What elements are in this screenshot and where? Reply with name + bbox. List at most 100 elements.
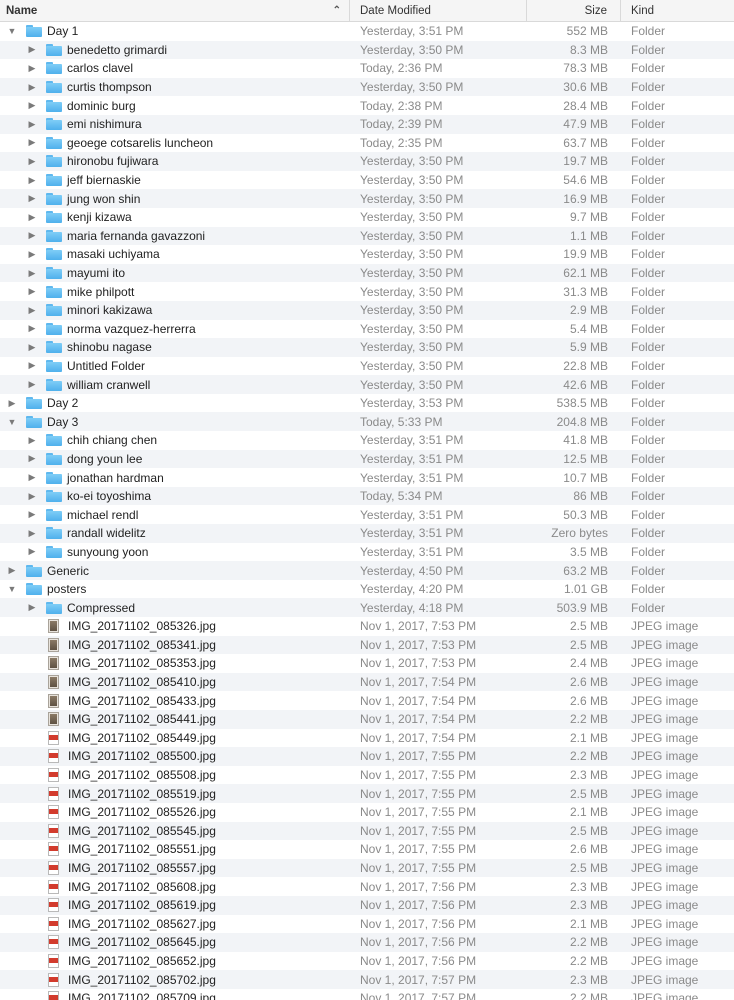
folder-row[interactable]: ▶ william cranwell Yesterday, 3:50 PM 42.6 … bbox=[0, 375, 734, 394]
disclosure-collapsed-icon[interactable]: ▶ bbox=[27, 342, 37, 352]
disclosure-collapsed-icon[interactable]: ▶ bbox=[27, 212, 37, 222]
folder-row[interactable]: ▶ ko-ei toyoshima Today, 5:34 PM 86 MB Folde… bbox=[0, 486, 734, 506]
file-row[interactable]: IMG_20171102_085341.jpg Nov 1, 2017, 7:53… bbox=[0, 635, 734, 655]
disclosure-collapsed-icon[interactable]: ▶ bbox=[27, 175, 37, 185]
folder-row[interactable]: ▶ mayumi ito Yesterday, 3:50 PM 62.1 MB Fold… bbox=[0, 263, 734, 283]
folder-row[interactable]: ▶ curtis thompson Yesterday, 3:50 PM 30.6 M… bbox=[0, 77, 734, 97]
folder-row[interactable]: ▶ norma vazquez-herrerra Yesterday, 3:50 P… bbox=[0, 320, 734, 339]
column-header-size[interactable]: Size bbox=[527, 0, 621, 21]
disclosure-collapsed-icon[interactable]: ▶ bbox=[7, 565, 17, 576]
folder-row[interactable]: ▶ geoege cotsarelis luncheon Today, 2:35 P… bbox=[0, 134, 734, 153]
folder-row[interactable]: ▶ Compressed Yesterday, 4:18 PM 503.9 MB Fol… bbox=[0, 598, 734, 617]
folder-row[interactable]: ▶ carlos clavel Today, 2:36 PM 78.3 MB Folde… bbox=[0, 59, 734, 78]
folder-row[interactable]: ▶ dominic burg Today, 2:38 PM 28.4 MB Folder bbox=[0, 96, 734, 115]
disclosure-collapsed-icon[interactable]: ▶ bbox=[27, 230, 37, 241]
disclosure-collapsed-icon[interactable]: ▶ bbox=[27, 268, 37, 278]
column-header-kind[interactable]: Kind bbox=[621, 0, 734, 21]
file-row[interactable]: IMG_20171102_085608.jpg Nov 1, 2017, 7:56… bbox=[0, 877, 734, 896]
disclosure-collapsed-icon[interactable]: ▶ bbox=[27, 379, 37, 390]
file-row[interactable]: IMG_20171102_085627.jpg Nov 1, 2017, 7:56… bbox=[0, 915, 734, 934]
disclosure-collapsed-icon[interactable]: ▶ bbox=[27, 491, 37, 501]
folder-row[interactable]: ▶ hironobu fujiwara Yesterday, 3:50 PM 19.7… bbox=[0, 152, 734, 171]
folder-row[interactable]: ▼ posters Yesterday, 4:20 PM 1.01 GB Folder bbox=[0, 580, 734, 599]
size-cell: 8.3 MB bbox=[569, 42, 608, 57]
file-row[interactable]: IMG_20171102_085702.jpg Nov 1, 2017, 7:57… bbox=[0, 970, 734, 989]
disclosure-collapsed-icon[interactable]: ▶ bbox=[27, 193, 37, 204]
name-cell: ▼ posters bbox=[0, 582, 350, 596]
kind-cell: Folder bbox=[631, 210, 666, 225]
file-row[interactable]: IMG_20171102_085557.jpg Nov 1, 2017, 7:55… bbox=[0, 858, 734, 878]
disclosure-collapsed-icon[interactable]: ▶ bbox=[7, 398, 17, 408]
file-row[interactable]: IMG_20171102_085545.jpg Nov 1, 2017, 7:55… bbox=[0, 821, 734, 841]
disclosure-collapsed-icon[interactable]: ▶ bbox=[27, 453, 37, 464]
folder-row[interactable]: ▶ kenji kizawa Yesterday, 3:50 PM 9.7 MB Fol… bbox=[0, 208, 734, 227]
folder-row[interactable]: ▶ shinobu nagase Yesterday, 3:50 PM 5.9 MB F… bbox=[0, 338, 734, 357]
column-header-date-modified[interactable]: Date Modified bbox=[350, 0, 527, 21]
file-row[interactable]: IMG_20171102_085551.jpg Nov 1, 2017, 7:55… bbox=[0, 840, 734, 859]
disclosure-collapsed-icon[interactable]: ▶ bbox=[27, 63, 37, 73]
disclosure-collapsed-icon[interactable]: ▶ bbox=[27, 435, 37, 445]
disclosure-collapsed-icon[interactable]: ▶ bbox=[27, 119, 37, 129]
disclosure-collapsed-icon[interactable]: ▶ bbox=[27, 305, 37, 315]
file-row[interactable]: IMG_20171102_085519.jpg Nov 1, 2017, 7:55… bbox=[0, 784, 734, 803]
folder-row[interactable]: ▼ Day 3 Today, 5:33 PM 204.8 MB Folder bbox=[0, 412, 734, 432]
folder-row[interactable]: ▶ maria fernanda gavazzoni Yesterday, 3:50… bbox=[0, 226, 734, 246]
folder-row[interactable]: ▶ randall widelitz Yesterday, 3:51 PM Zero … bbox=[0, 524, 734, 543]
file-row[interactable]: IMG_20171102_085645.jpg Nov 1, 2017, 7:56… bbox=[0, 933, 734, 952]
disclosure-collapsed-icon[interactable]: ▶ bbox=[27, 137, 37, 148]
folder-row[interactable]: ▶ chih chiang chen Yesterday, 3:51 PM 41.8 … bbox=[0, 431, 734, 450]
date-modified-cell: Nov 1, 2017, 7:56 PM bbox=[360, 879, 477, 894]
file-row[interactable]: IMG_20171102_085433.jpg Nov 1, 2017, 7:54… bbox=[0, 691, 734, 710]
folder-row[interactable]: ▶ jeff biernaskie Yesterday, 3:50 PM 54.6 M… bbox=[0, 171, 734, 190]
disclosure-collapsed-icon[interactable]: ▶ bbox=[27, 249, 37, 259]
file-row[interactable]: IMG_20171102_085441.jpg Nov 1, 2017, 7:54… bbox=[0, 709, 734, 729]
file-row[interactable]: IMG_20171102_085709.jpg Nov 1, 2017, 7:57… bbox=[0, 989, 734, 1000]
folder-row[interactable]: ▶ mike philpott Yesterday, 3:50 PM 31.3 MB F… bbox=[0, 282, 734, 301]
disclosure-collapsed-icon[interactable]: ▶ bbox=[27, 528, 37, 538]
folder-row[interactable]: ▶ benedetto grimardi Yesterday, 3:50 PM 8.3… bbox=[0, 40, 734, 60]
folder-row[interactable]: ▶ dong youn lee Yesterday, 3:51 PM 12.5 MB F… bbox=[0, 449, 734, 469]
folder-row[interactable]: ▶ Untitled Folder Yesterday, 3:50 PM 22.8 M… bbox=[0, 357, 734, 376]
disclosure-collapsed-icon[interactable]: ▶ bbox=[27, 602, 37, 613]
disclosure-collapsed-icon[interactable]: ▶ bbox=[27, 100, 37, 111]
disclosure-collapsed-icon[interactable]: ▶ bbox=[27, 286, 37, 297]
disclosure-expanded-icon[interactable]: ▼ bbox=[7, 584, 17, 594]
file-row[interactable]: IMG_20171102_085449.jpg Nov 1, 2017, 7:54… bbox=[0, 729, 734, 748]
folder-row[interactable]: ▶ michael rendl Yesterday, 3:51 PM 50.3 MB F… bbox=[0, 505, 734, 524]
column-header-name[interactable]: Name ⌃ bbox=[0, 0, 350, 21]
disclosure-collapsed-icon[interactable]: ▶ bbox=[27, 323, 37, 334]
folder-row[interactable]: ▶ jonathan hardman Yesterday, 3:51 PM 10.7 … bbox=[0, 468, 734, 487]
file-row[interactable]: IMG_20171102_085500.jpg Nov 1, 2017, 7:55… bbox=[0, 747, 734, 766]
folder-row[interactable]: ▶ jung won shin Yesterday, 3:50 PM 16.9 MB F… bbox=[0, 189, 734, 208]
folder-row[interactable]: ▶ emi nishimura Today, 2:39 PM 47.9 MB Folde… bbox=[0, 114, 734, 134]
item-name: Generic bbox=[47, 563, 90, 578]
folder-row[interactable]: ▶ masaki uchiyama Yesterday, 3:50 PM 19.9 M… bbox=[0, 245, 734, 264]
folder-row[interactable]: ▶ minori kakizawa Yesterday, 3:50 PM 2.9 MB… bbox=[0, 300, 734, 320]
disclosure-collapsed-icon[interactable]: ▶ bbox=[27, 82, 37, 92]
disclosure-collapsed-icon[interactable]: ▶ bbox=[27, 360, 37, 371]
folder-row[interactable]: ▼ Day 1 Yesterday, 3:51 PM 552 MB Folder bbox=[0, 22, 734, 41]
folder-row[interactable]: ▶ Generic Yesterday, 4:50 PM 63.2 MB Folder bbox=[0, 561, 734, 580]
file-row[interactable]: IMG_20171102_085326.jpg Nov 1, 2017, 7:53… bbox=[0, 617, 734, 636]
file-row[interactable]: IMG_20171102_085410.jpg Nov 1, 2017, 7:54… bbox=[0, 672, 734, 692]
file-row[interactable]: IMG_20171102_085619.jpg Nov 1, 2017, 7:56… bbox=[0, 895, 734, 915]
file-row[interactable]: IMG_20171102_085508.jpg Nov 1, 2017, 7:55… bbox=[0, 766, 734, 785]
disclosure-collapsed-icon[interactable]: ▶ bbox=[27, 44, 37, 55]
jpeg-file-icon bbox=[48, 805, 59, 820]
folder-row[interactable]: ▶ Day 2 Yesterday, 3:53 PM 538.5 MB Folder bbox=[0, 394, 734, 413]
item-name: geoege cotsarelis luncheon bbox=[67, 135, 214, 150]
disclosure-expanded-icon[interactable]: ▼ bbox=[7, 417, 17, 427]
file-row[interactable]: IMG_20171102_085353.jpg Nov 1, 2017, 7:53… bbox=[0, 654, 734, 673]
kind-cell: Folder bbox=[631, 321, 666, 336]
disclosure-collapsed-icon[interactable]: ▶ bbox=[27, 509, 37, 520]
disclosure-expanded-icon[interactable]: ▼ bbox=[7, 26, 17, 36]
file-row[interactable]: IMG_20171102_085526.jpg Nov 1, 2017, 7:55… bbox=[0, 803, 734, 822]
disclosure-collapsed-icon[interactable]: ▶ bbox=[27, 156, 37, 166]
item-name: Day 3 bbox=[47, 414, 79, 429]
disclosure-collapsed-icon[interactable]: ▶ bbox=[27, 546, 37, 557]
size-cell: 28.4 MB bbox=[563, 98, 608, 113]
disclosure-collapsed-icon[interactable]: ▶ bbox=[27, 472, 37, 483]
name-cell: IMG_20171102_085508.jpg bbox=[0, 768, 350, 783]
file-row[interactable]: IMG_20171102_085652.jpg Nov 1, 2017, 7:56… bbox=[0, 952, 734, 971]
folder-row[interactable]: ▶ sunyoung yoon Yesterday, 3:51 PM 3.5 MB Fo… bbox=[0, 543, 734, 562]
